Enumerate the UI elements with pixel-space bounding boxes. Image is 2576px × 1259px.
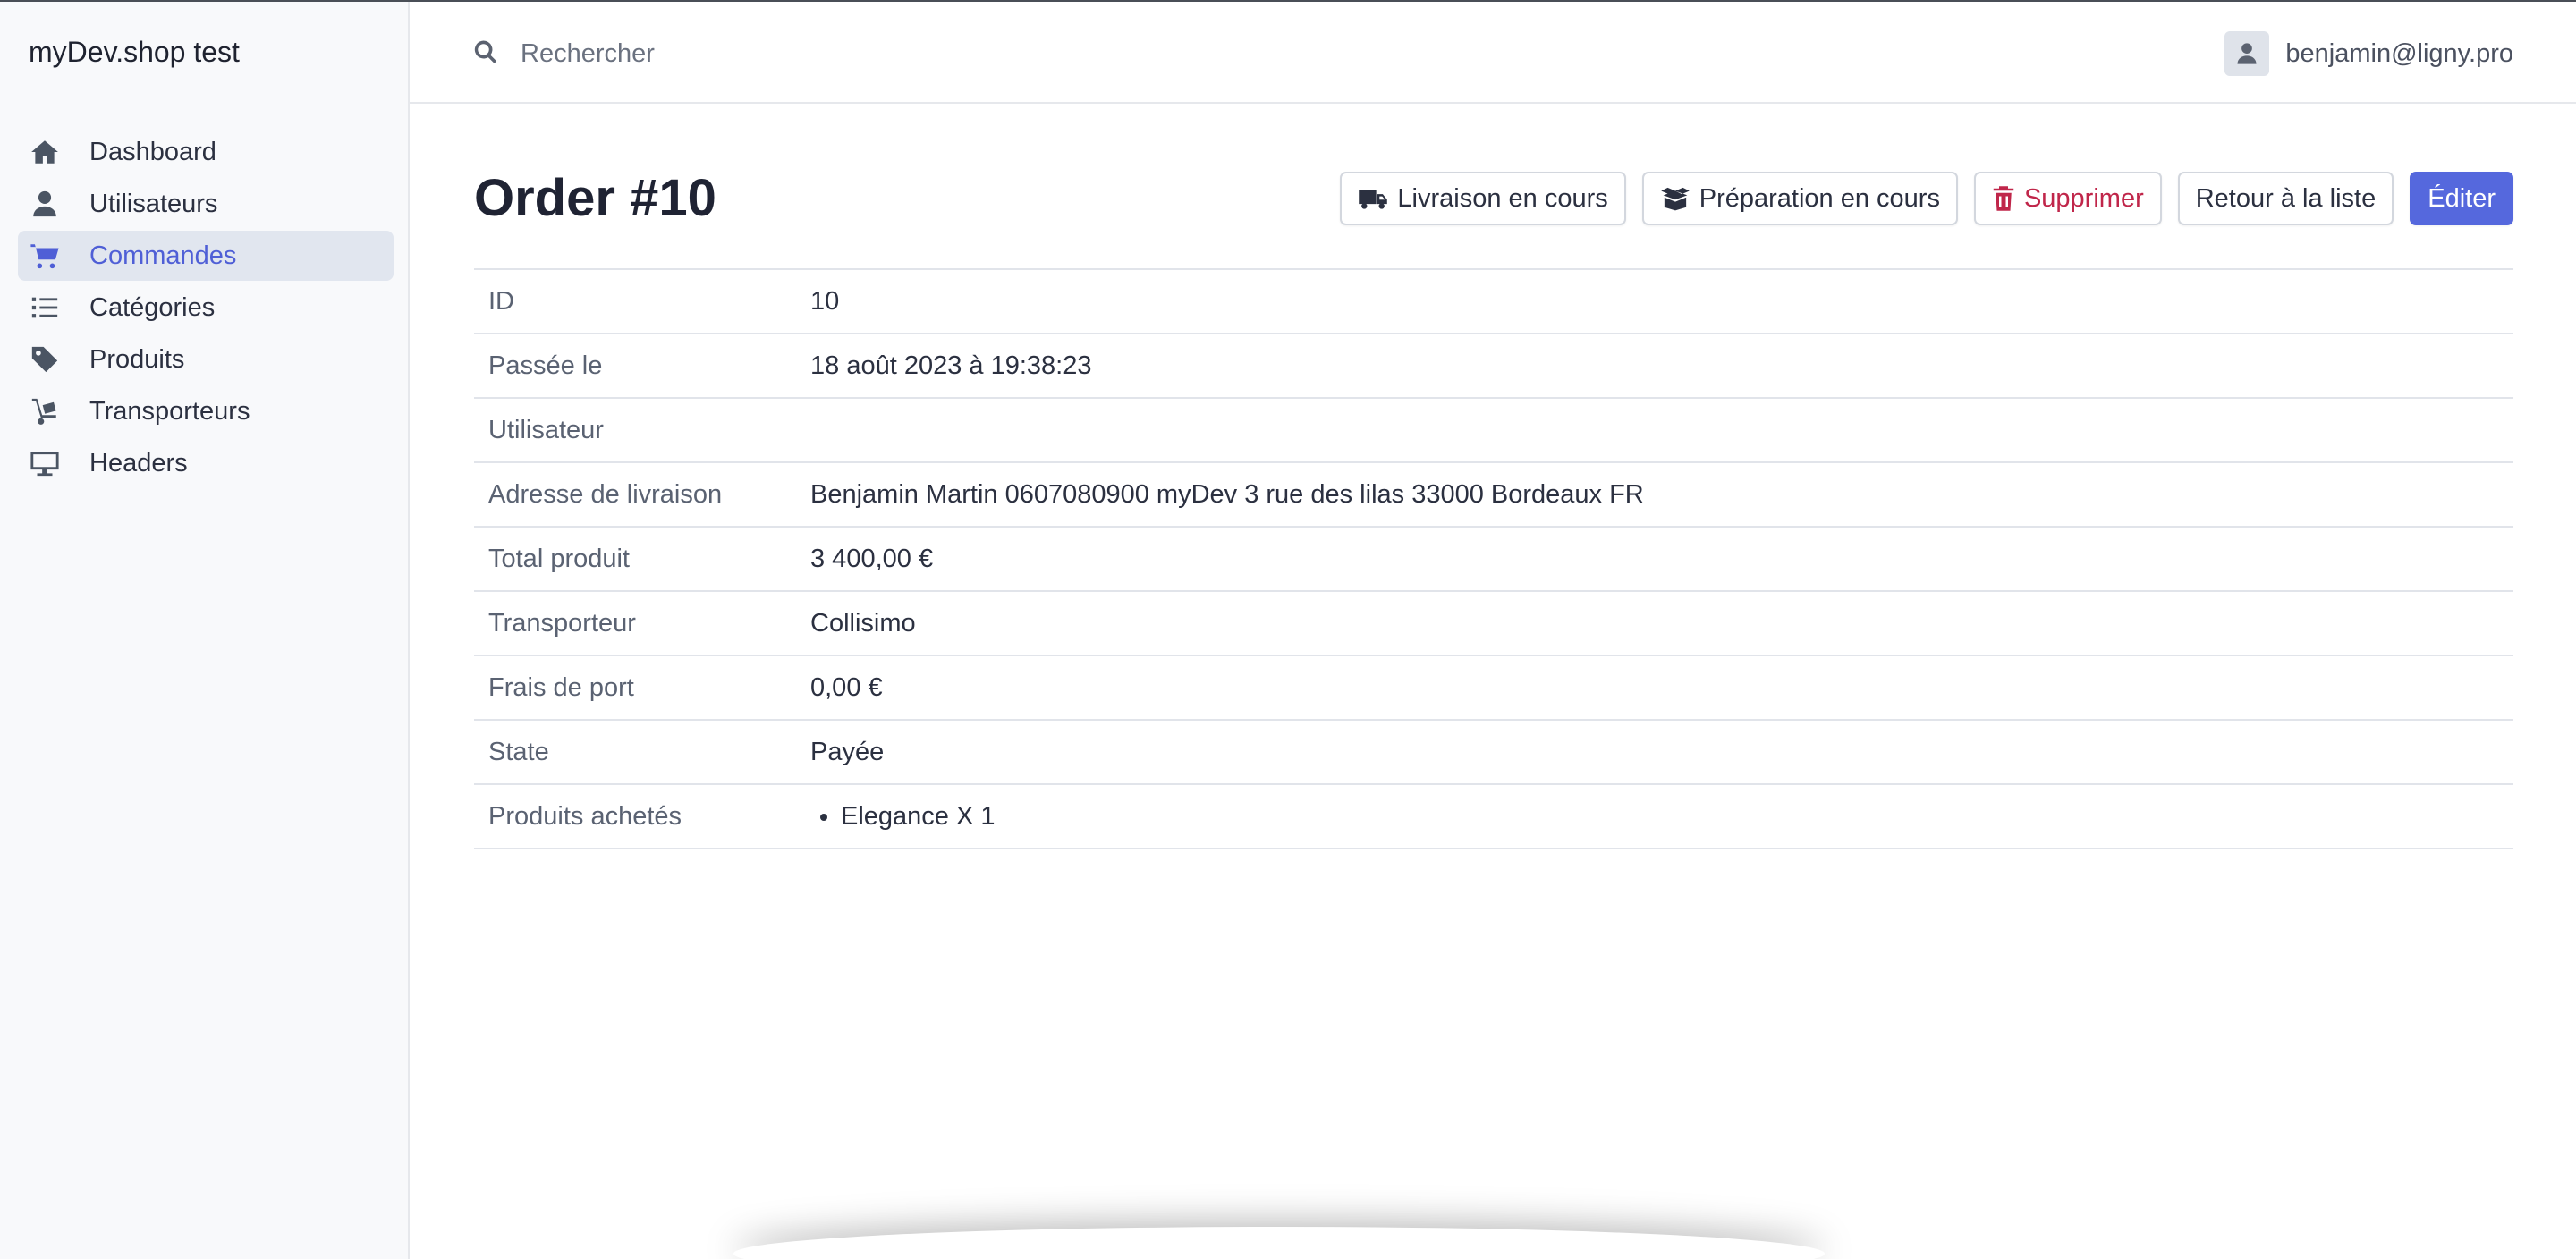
- user-icon: [27, 186, 63, 222]
- sidebar-nav: Dashboard Utilisateurs Commandes Catégor…: [18, 127, 394, 490]
- sidebar-item-commandes[interactable]: Commandes: [18, 231, 394, 281]
- avatar: [2224, 31, 2270, 76]
- sidebar: myDev.shop test Dashboard Utilisateurs C…: [0, 2, 410, 1259]
- sidebar-item-dashboard[interactable]: Dashboard: [18, 127, 394, 177]
- field-label: Frais de port: [488, 672, 634, 702]
- field-value: [796, 398, 2513, 462]
- field-label: Total produit: [488, 544, 630, 573]
- sidebar-item-label: Headers: [89, 448, 188, 477]
- sidebar-item-produits[interactable]: Produits: [18, 334, 394, 384]
- sidebar-item-utilisateurs[interactable]: Utilisateurs: [18, 179, 394, 229]
- field-label: State: [488, 737, 549, 766]
- field-label: Utilisateur: [488, 415, 604, 444]
- page-title: Order #10: [474, 169, 716, 227]
- table-row: Utilisateur: [474, 398, 2513, 462]
- order-details-table: ID 10 Passée le 18 août 2023 à 19:38:23 …: [474, 268, 2513, 849]
- field-label: ID: [488, 286, 514, 316]
- tag-icon: [27, 342, 63, 377]
- delete-label: Supprimer: [2023, 183, 2144, 213]
- sidebar-item-categories[interactable]: Catégories: [18, 283, 394, 333]
- list-item: Elegance X 1: [841, 802, 2499, 832]
- delete-button[interactable]: Supprimer: [1973, 172, 2162, 225]
- table-row: Frais de port 0,00 €: [474, 655, 2513, 720]
- table-row: Passée le 18 août 2023 à 19:38:23: [474, 334, 2513, 398]
- table-row: Transporteur Collisimo: [474, 591, 2513, 655]
- field-label: Produits achetés: [488, 801, 682, 831]
- edit-label: Éditer: [2428, 183, 2496, 213]
- search-icon: [472, 38, 499, 70]
- preparation-status-label: Préparation en cours: [1699, 183, 1940, 213]
- sidebar-item-label: Transporteurs: [89, 396, 250, 426]
- home-icon: [27, 134, 63, 170]
- field-value: Elegance X 1: [796, 784, 2513, 849]
- table-row: Produits achetés Elegance X 1: [474, 784, 2513, 849]
- cart-icon: [27, 238, 63, 274]
- field-value: Collisimo: [810, 608, 916, 638]
- field-label: Adresse de livraison: [488, 479, 723, 509]
- search-box: [472, 29, 1098, 79]
- sidebar-item-label: Utilisateurs: [89, 189, 218, 218]
- shipping-status-label: Livraison en cours: [1397, 183, 1608, 213]
- field-value: 0,00 €: [810, 672, 883, 702]
- sidebar-item-label: Produits: [89, 344, 185, 374]
- back-to-list-label: Retour à la liste: [2195, 183, 2377, 213]
- main-content: Order #10 Livraison en cours Préparation…: [474, 104, 2513, 849]
- table-row: Adresse de livraison Benjamin Martin 060…: [474, 462, 2513, 527]
- sidebar-item-label: Dashboard: [89, 137, 216, 166]
- action-toolbar: Livraison en cours Préparation en cours …: [1340, 172, 2513, 225]
- search-input[interactable]: [519, 38, 1059, 70]
- products-list: Elegance X 1: [810, 802, 2499, 832]
- trash-icon: [1993, 186, 2014, 211]
- user-menu[interactable]: benjamin@ligny.pro: [2224, 30, 2513, 77]
- truck-icon: [1359, 190, 1388, 209]
- window-shadow: [733, 1227, 1825, 1259]
- table-row: State Payée: [474, 720, 2513, 784]
- field-value: 18 août 2023 à 19:38:23: [810, 351, 1092, 380]
- sidebar-item-label: Commandes: [89, 241, 237, 270]
- app-window: myDev.shop test Dashboard Utilisateurs C…: [0, 0, 2576, 1259]
- user-icon: [2237, 43, 2257, 64]
- sidebar-item-label: Catégories: [89, 292, 216, 322]
- brand-title[interactable]: myDev.shop test: [29, 36, 240, 69]
- sidebar-item-transporteurs[interactable]: Transporteurs: [18, 386, 394, 436]
- top-bar: benjamin@ligny.pro: [410, 2, 2576, 104]
- desktop-icon: [27, 445, 63, 481]
- table-row: ID 10: [474, 269, 2513, 334]
- back-to-list-button[interactable]: Retour à la liste: [2177, 172, 2394, 225]
- field-label: Passée le: [488, 351, 603, 380]
- preparation-status-button[interactable]: Préparation en cours: [1641, 172, 1958, 225]
- shipping-status-button[interactable]: Livraison en cours: [1340, 172, 1626, 225]
- user-email: benjamin@ligny.pro: [2285, 38, 2513, 68]
- list-icon: [27, 290, 63, 325]
- edit-button[interactable]: Éditer: [2410, 172, 2513, 225]
- box-open-icon: [1660, 187, 1690, 211]
- dolly-icon: [27, 393, 63, 429]
- page-header: Order #10 Livraison en cours Préparation…: [474, 104, 2513, 268]
- field-label: Transporteur: [488, 608, 636, 638]
- sidebar-item-headers[interactable]: Headers: [18, 438, 394, 488]
- field-value: Payée: [810, 737, 885, 766]
- field-value: 10: [810, 286, 840, 316]
- field-value: Benjamin Martin 0607080900 myDev 3 rue d…: [810, 479, 1644, 509]
- field-value: 3 400,00 €: [810, 544, 934, 573]
- table-row: Total produit 3 400,00 €: [474, 527, 2513, 591]
